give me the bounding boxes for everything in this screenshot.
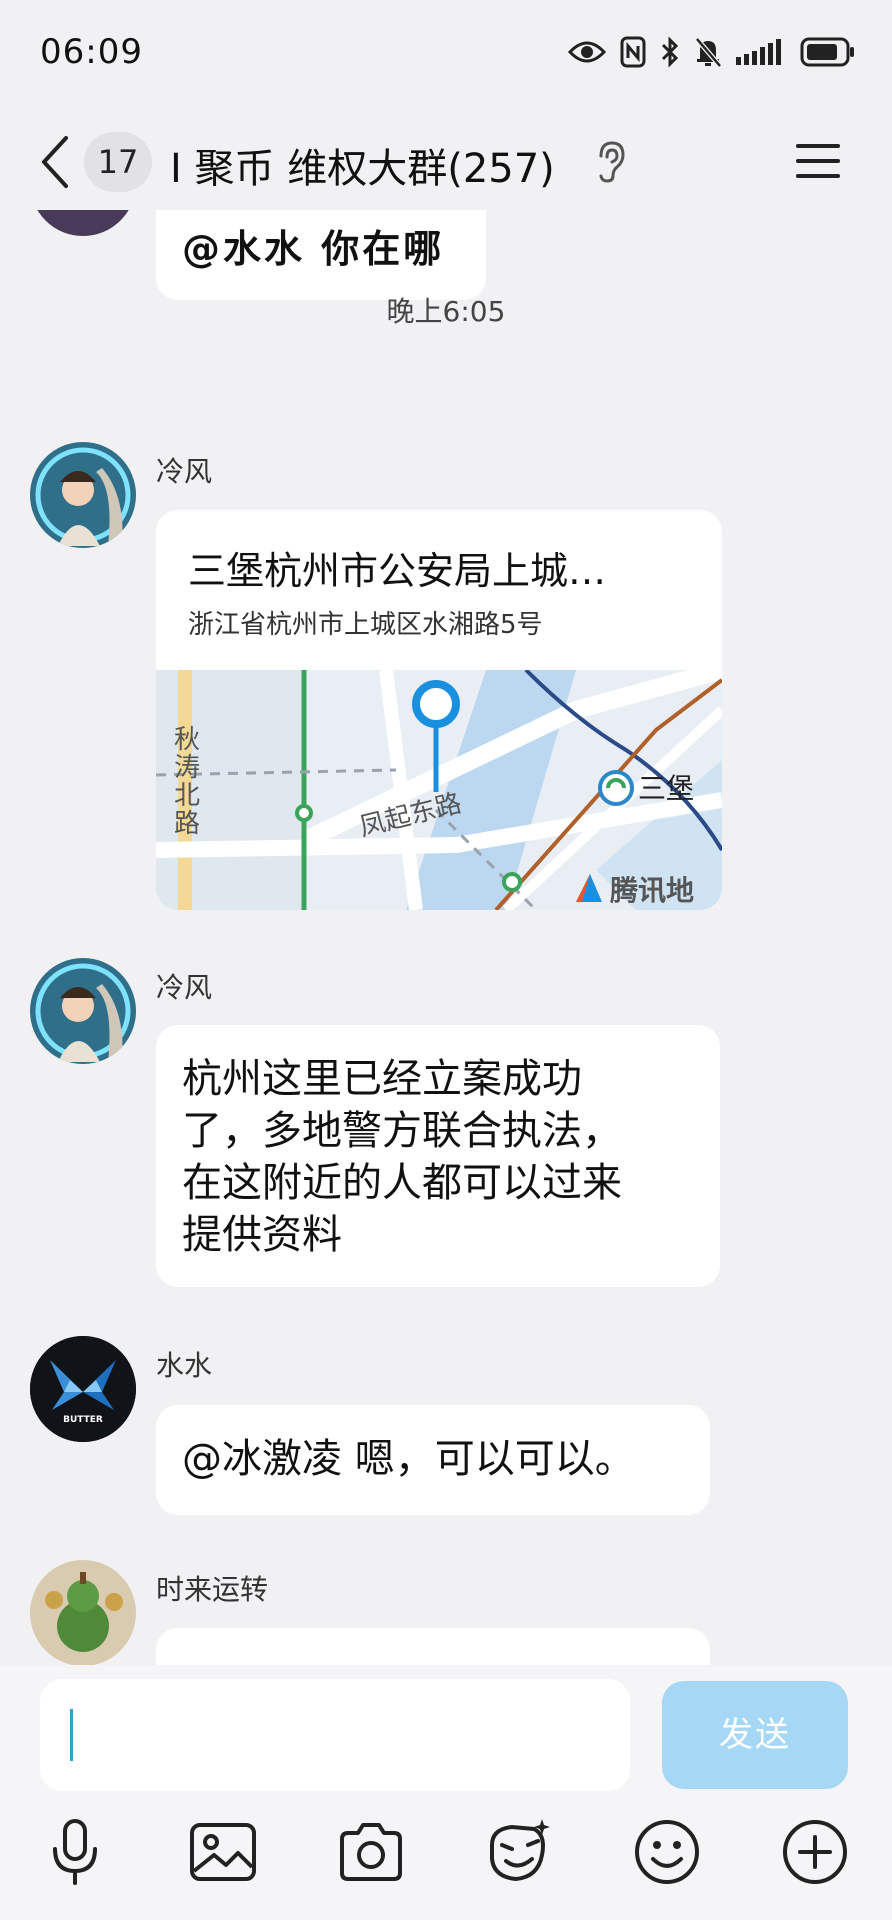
location-title: 三堡杭州市公安局上城… bbox=[188, 549, 607, 593]
location-address: 浙江省杭州市上城区水湘路5号 bbox=[188, 610, 543, 640]
signal-icon bbox=[736, 39, 781, 65]
menu-icon[interactable] bbox=[794, 140, 842, 182]
map-label-sanbao: 三堡 bbox=[638, 772, 694, 805]
eye-icon bbox=[568, 41, 606, 63]
message-line: 在这附近的人都可以过来 bbox=[182, 1160, 622, 1206]
map-provider-label: 腾讯地 bbox=[610, 874, 694, 907]
message-line: 了，多地警方联合执法， bbox=[182, 1108, 622, 1154]
camera-icon[interactable] bbox=[334, 1815, 408, 1889]
sender-name: 水水 bbox=[156, 1349, 213, 1382]
avatar-shilaiyunzhuan[interactable] bbox=[30, 1560, 136, 1665]
sticker-icon[interactable] bbox=[482, 1815, 556, 1889]
message-bubble[interactable]: 杭州这里已经立案成功 了，多地警方联合执法， 在这附近的人都可以过来 提供资料 bbox=[156, 1025, 720, 1287]
location-card[interactable]: 三堡杭州市公安局上城… 浙江省杭州市上城区水湘路5号 秋 涛 北 路 凤起东路 … bbox=[156, 510, 722, 910]
status-icons bbox=[568, 34, 856, 70]
nfc-icon bbox=[620, 36, 646, 68]
avatar-lengfeng[interactable] bbox=[30, 958, 136, 1064]
message-bubble[interactable]: @水水 你在哪 bbox=[156, 210, 486, 300]
unread-count-badge[interactable]: 17 bbox=[84, 132, 152, 192]
gourd-avatar-image bbox=[30, 1560, 136, 1665]
mute-bell-icon bbox=[695, 37, 722, 68]
timestamp: 晚上6:05 bbox=[386, 295, 506, 328]
avatar-shuishui[interactable]: BUTTER bbox=[30, 1336, 136, 1442]
emoji-icon[interactable] bbox=[630, 1815, 704, 1889]
avatar[interactable] bbox=[30, 210, 136, 236]
bluetooth-icon bbox=[661, 36, 679, 68]
message-line: 杭州这里已经立案成功 bbox=[182, 1056, 582, 1102]
avatar-label: BUTTER bbox=[63, 1415, 103, 1425]
message-list[interactable]: @水水 你在哪 晚上6:05 冷风 三堡杭州市公安局上城… 浙江省杭州市上城区水… bbox=[0, 210, 892, 1665]
sender-name: 时来运转 bbox=[156, 1573, 269, 1606]
message-text: @水水 你在哪 bbox=[182, 227, 445, 271]
map-label-qiutao-2: 涛 bbox=[174, 753, 200, 783]
avatar-image bbox=[30, 442, 136, 548]
image-icon[interactable] bbox=[186, 1815, 260, 1889]
butterfly-avatar-image: BUTTER bbox=[30, 1336, 136, 1442]
chat-screen: 06:09 17 I 聚币 维权大群(257) @水水 你在哪 晚上6:05 冷… bbox=[0, 0, 892, 1920]
sender-name: 冷风 bbox=[156, 455, 213, 488]
send-button[interactable]: 发送 bbox=[662, 1681, 848, 1789]
group-title[interactable]: I 聚币 维权大群(257) bbox=[170, 136, 555, 194]
microphone-icon[interactable] bbox=[38, 1815, 112, 1889]
battery-icon bbox=[800, 37, 854, 67]
avatar-lengfeng[interactable] bbox=[30, 442, 136, 548]
map-preview[interactable]: 秋 涛 北 路 凤起东路 三堡 腾讯地 bbox=[156, 670, 722, 910]
chat-header: 17 I 聚币 维权大群(257) bbox=[0, 110, 892, 210]
avatar-image bbox=[30, 958, 136, 1064]
ear-icon[interactable] bbox=[592, 140, 628, 184]
status-time: 06:09 bbox=[40, 32, 143, 72]
message-line: 提供资料 bbox=[182, 1212, 342, 1258]
message-bubble[interactable] bbox=[156, 1628, 710, 1665]
sender-name: 冷风 bbox=[156, 971, 213, 1004]
back-chevron-icon[interactable] bbox=[36, 134, 72, 190]
message-input[interactable] bbox=[40, 1679, 630, 1791]
plus-icon[interactable] bbox=[778, 1815, 852, 1889]
input-area: 发送 bbox=[0, 1665, 892, 1920]
map-label-qiutao-1: 秋 bbox=[174, 725, 200, 755]
status-bar: 06:09 bbox=[0, 0, 892, 100]
message-bubble[interactable]: @冰激凌 嗯，可以可以。 bbox=[156, 1405, 710, 1515]
map-label-qiutao-4: 路 bbox=[174, 809, 200, 839]
map-label-qiutao-3: 北 bbox=[174, 781, 200, 811]
input-toolbar bbox=[0, 1815, 892, 1905]
text-caret bbox=[70, 1709, 73, 1761]
message-text: @冰激凌 嗯，可以可以。 bbox=[182, 1436, 635, 1482]
